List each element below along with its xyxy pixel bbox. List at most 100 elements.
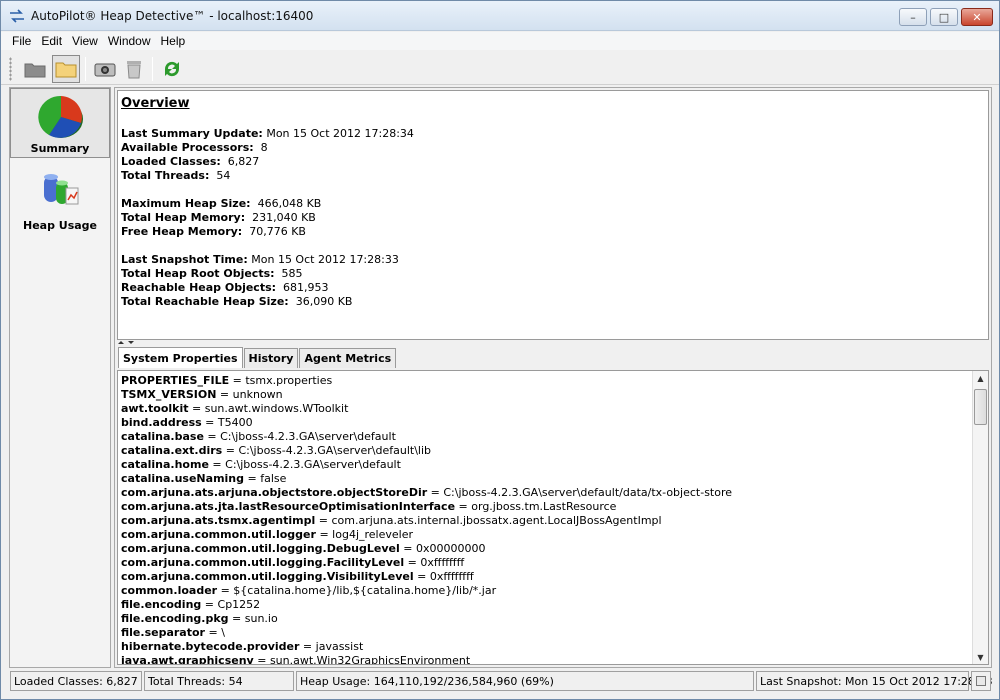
status-total-threads: Total Threads: 54 (144, 671, 294, 691)
property-row[interactable]: file.encoding.pkg = sun.io (121, 612, 278, 625)
menu-help[interactable]: Help (156, 34, 191, 48)
property-key: TSMX_VERSION (121, 388, 217, 401)
property-equals: = (299, 640, 316, 653)
property-row[interactable]: PROPERTIES_FILE = tsmx.properties (121, 374, 332, 387)
property-row[interactable]: TSMX_VERSION = unknown (121, 388, 283, 401)
property-equals: = (204, 626, 222, 639)
close-button[interactable]: ✕ (961, 8, 993, 26)
folder-icon (55, 62, 77, 78)
toolbar-grip[interactable] (9, 57, 12, 81)
property-key: bind.address (121, 416, 202, 429)
property-value: false (260, 472, 287, 485)
property-row[interactable]: com.arjuna.ats.arjuna.objectstore.object… (121, 486, 732, 499)
minimize-button[interactable]: – (899, 8, 927, 26)
property-equals: = (253, 654, 270, 665)
property-row[interactable]: file.encoding = Cp1252 (121, 598, 260, 611)
content-panel: Overview Last Summary Update: Mon 15 Oct… (114, 87, 992, 668)
property-row[interactable]: bind.address = T5400 (121, 416, 253, 429)
property-key: catalina.ext.dirs (121, 444, 223, 457)
property-equals: = (188, 402, 205, 415)
property-key: com.arjuna.ats.jta.lastResourceOptimisat… (121, 500, 456, 513)
property-row[interactable]: catalina.base = C:\jboss-4.2.3.GA\server… (121, 430, 396, 443)
property-row[interactable]: com.arjuna.common.util.logging.Visibilit… (121, 570, 474, 583)
sidebar-item-summary[interactable]: Summary (10, 88, 110, 158)
scroll-up-icon[interactable]: ▲ (973, 371, 988, 385)
menu-edit[interactable]: Edit (36, 34, 67, 48)
property-equals: = (244, 472, 261, 485)
folder-button[interactable] (52, 55, 80, 83)
property-equals: = (228, 612, 245, 625)
sidebar-item-heap-usage[interactable]: Heap Usage (10, 166, 110, 236)
property-row[interactable]: com.arjuna.common.util.logger = log4j_re… (121, 528, 413, 541)
collapse-up-icon (118, 341, 124, 344)
property-equals: = (315, 514, 332, 527)
property-row[interactable]: com.arjuna.ats.jta.lastResourceOptimisat… (121, 500, 616, 513)
menu-view[interactable]: View (67, 34, 103, 48)
camera-icon (94, 63, 116, 77)
property-row[interactable]: file.separator = \ (121, 626, 225, 639)
property-row[interactable]: common.loader = ${catalina.home}/lib,${c… (121, 584, 496, 597)
property-key: java.awt.graphicsenv (121, 654, 254, 665)
property-equals: = (427, 486, 444, 499)
sidebar-item-label: Summary (30, 142, 90, 155)
property-value: 0xffffffff (429, 570, 474, 583)
property-key: catalina.base (121, 430, 204, 443)
property-equals: = (201, 416, 218, 429)
property-value: 0x00000000 (415, 542, 486, 555)
title-bar[interactable]: AutoPilot® Heap Detective™ - localhost:1… (1, 1, 999, 31)
maximize-button[interactable]: □ (930, 8, 958, 26)
menu-file[interactable]: File (7, 34, 36, 48)
property-value: com.arjuna.ats.internal.jbossatx.agent.L… (331, 514, 662, 527)
property-value: unknown (232, 388, 283, 401)
properties-tabs: System Properties History Agent Metrics (118, 347, 397, 368)
toolbar-separator (152, 57, 153, 81)
refresh-button[interactable] (158, 55, 186, 83)
property-value: sun.awt.Win32GraphicsEnvironment (269, 654, 471, 665)
scroll-down-icon[interactable]: ▼ (973, 650, 988, 664)
property-row[interactable]: catalina.ext.dirs = C:\jboss-4.2.3.GA\se… (121, 444, 431, 457)
open-folder-button[interactable] (21, 55, 49, 83)
overview-row: Last Summary Update: Mon 15 Oct 2012 17:… (121, 127, 414, 140)
delete-button[interactable] (120, 55, 148, 83)
property-value: sun.awt.windows.WToolkit (204, 402, 349, 415)
property-row[interactable]: catalina.home = C:\jboss-4.2.3.GA\server… (121, 458, 401, 471)
vertical-scrollbar[interactable]: ▲ ▼ (972, 371, 988, 664)
property-value: ${catalina.home}/lib,${catalina.home}/li… (233, 584, 497, 597)
property-value: C:\jboss-4.2.3.GA\server\default/data/tx… (443, 486, 733, 499)
tab-system-properties[interactable]: System Properties (118, 347, 243, 368)
property-value: javassist (315, 640, 364, 653)
overview-row: Reachable Heap Objects: 681,953 (121, 281, 329, 294)
overview-row: Total Heap Memory: 231,040 KB (121, 211, 316, 224)
main-window: AutoPilot® Heap Detective™ - localhost:1… (0, 0, 1000, 700)
status-bar: Loaded Classes: 6,827 Total Threads: 54 … (1, 671, 999, 693)
overview-row: Last Snapshot Time: Mon 15 Oct 2012 17:2… (121, 253, 399, 266)
property-key: file.separator (121, 626, 205, 639)
tab-history[interactable]: History (243, 348, 299, 368)
property-row[interactable]: com.arjuna.ats.tsmx.agentimpl = com.arju… (121, 514, 662, 527)
tab-agent-metrics[interactable]: Agent Metrics (299, 348, 397, 368)
property-key: com.arjuna.common.util.logging.FacilityL… (121, 556, 405, 569)
property-row[interactable]: hibernate.bytecode.provider = javassist (121, 640, 363, 653)
property-row[interactable]: java.awt.graphicsenv = sun.awt.Win32Grap… (121, 654, 471, 665)
property-key: common.loader (121, 584, 218, 597)
overview-row: Total Reachable Heap Size: 36,090 KB (121, 295, 353, 308)
snapshot-button[interactable] (91, 55, 119, 83)
split-pane-divider[interactable] (117, 340, 989, 346)
property-row[interactable]: catalina.useNaming = false (121, 472, 286, 485)
property-value: C:\jboss-4.2.3.GA\server\default (225, 458, 401, 471)
scroll-thumb[interactable] (974, 389, 987, 425)
property-equals: = (404, 556, 421, 569)
status-loaded-classes: Loaded Classes: 6,827 (10, 671, 142, 691)
property-row[interactable]: awt.toolkit = sun.awt.windows.WToolkit (121, 402, 348, 415)
pie-chart-icon (38, 95, 83, 138)
property-row[interactable]: com.arjuna.common.util.logging.FacilityL… (121, 556, 464, 569)
overview-row: Total Threads: 54 (121, 169, 231, 182)
property-equals: = (216, 388, 233, 401)
status-indicator-icon (976, 676, 986, 686)
status-last-snapshot: Last Snapshot: Mon 15 Oct 2012 17:28:33 (756, 671, 993, 691)
system-properties-list[interactable]: PROPERTIES_FILE = tsmx.properties TSMX_VE… (117, 370, 989, 665)
property-row[interactable]: com.arjuna.common.util.logging.DebugLeve… (121, 542, 485, 555)
window-controls: – □ ✕ (896, 8, 993, 26)
overview-title: Overview (121, 96, 190, 111)
menu-window[interactable]: Window (103, 34, 156, 48)
